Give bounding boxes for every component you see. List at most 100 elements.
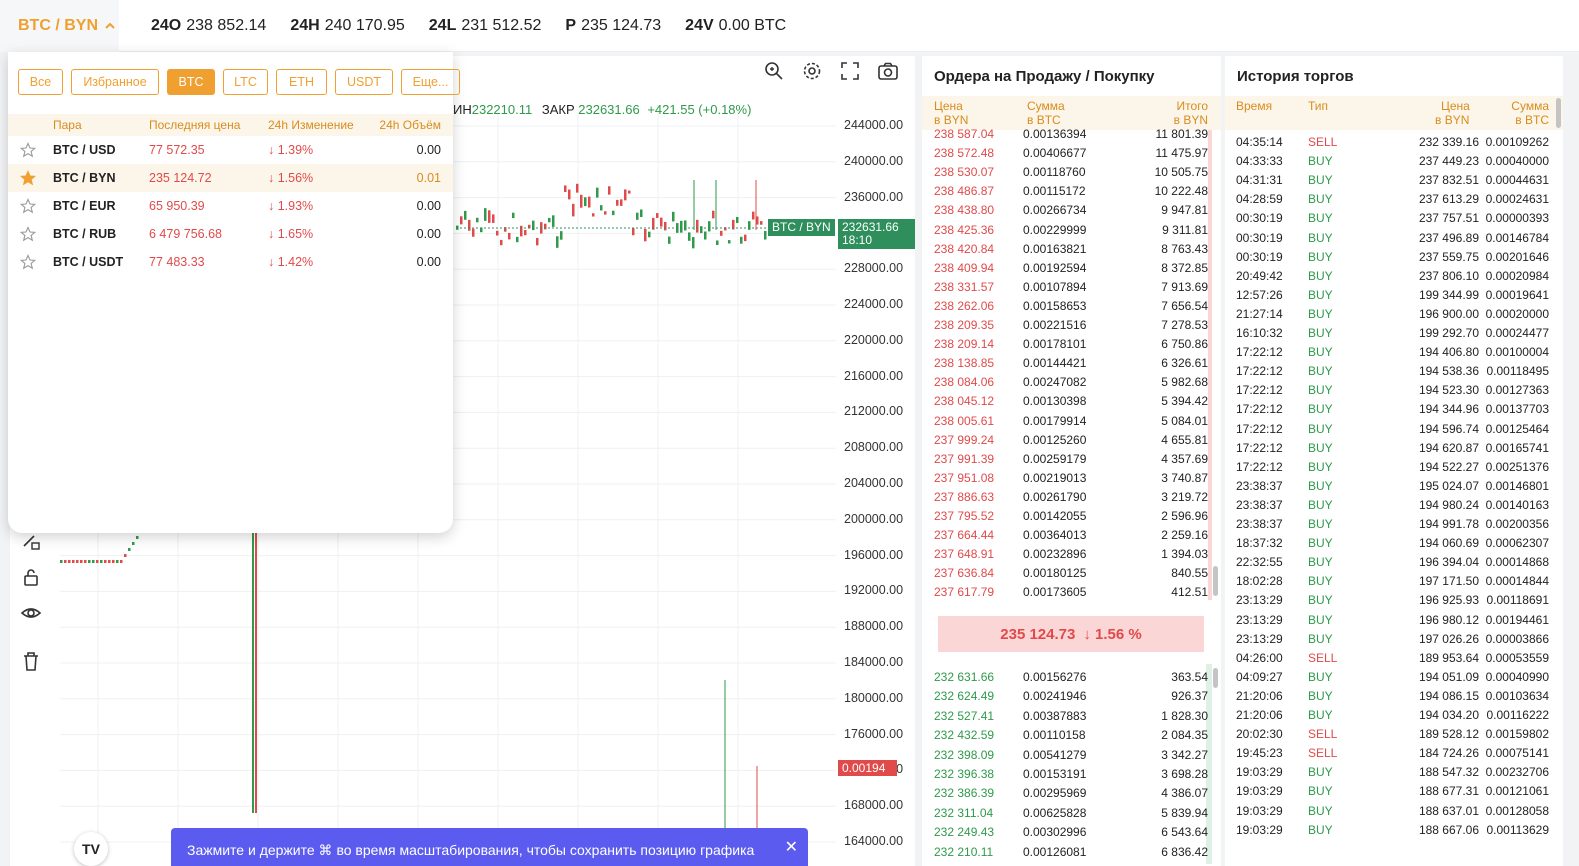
tradingview-logo[interactable]: TV: [74, 832, 108, 866]
trade-row[interactable]: 23:13:29 BUY 197 026.26 0.00003866: [1225, 630, 1555, 649]
pair-row[interactable]: BTC / EUR 65 950.39 ↓ 1.93% 0.00: [8, 192, 453, 220]
sell-scrollbar[interactable]: [1213, 566, 1218, 596]
gear-icon[interactable]: [801, 60, 823, 82]
zoom-icon[interactable]: [763, 60, 785, 82]
trade-row[interactable]: 23:13:29 BUY 196 925.93 0.00118691: [1225, 591, 1555, 610]
trade-row[interactable]: 16:10:32 BUY 199 292.70 0.00024477: [1225, 324, 1555, 343]
trade-row[interactable]: 04:09:27 BUY 194 051.09 0.00040990: [1225, 668, 1555, 687]
trade-row[interactable]: 00:30:19 BUY 237 757.51 0.00000393: [1225, 209, 1555, 228]
trade-row[interactable]: 23:38:37 BUY 194 980.24 0.00140163: [1225, 496, 1555, 515]
trade-row[interactable]: 00:30:19 BUY 237 496.89 0.00146784: [1225, 229, 1555, 248]
buy-order-row[interactable]: 232 398.09 0.00541279 3 342.27: [922, 746, 1212, 765]
sell-order-row[interactable]: 238 438.80 0.00266734 9 947.81: [922, 201, 1212, 220]
trade-row[interactable]: 17:22:12 BUY 194 344.96 0.00137703: [1225, 400, 1555, 419]
tab-usdt[interactable]: USDT: [335, 69, 393, 95]
sell-order-row[interactable]: 238 530.07 0.00118760 10 505.75: [922, 163, 1212, 182]
trade-row[interactable]: 21:20:06 BUY 194 086.15 0.00103634: [1225, 687, 1555, 706]
tab-more[interactable]: Еще...: [401, 69, 460, 95]
star-icon[interactable]: [20, 226, 36, 242]
sell-order-row[interactable]: 238 262.06 0.00158653 7 656.54: [922, 297, 1212, 316]
trade-row[interactable]: 17:22:12 BUY 194 620.87 0.00165741: [1225, 439, 1555, 458]
sell-order-row[interactable]: 238 572.48 0.00406677 11 475.97: [922, 144, 1212, 163]
buy-order-row[interactable]: 232 249.43 0.00302996 6 543.64: [922, 823, 1212, 842]
buy-order-row[interactable]: 232 527.41 0.00387883 1 828.30: [922, 707, 1212, 726]
trade-row[interactable]: 19:03:29 BUY 188 547.32 0.00232706: [1225, 763, 1555, 782]
trade-row[interactable]: 22:32:55 BUY 196 394.04 0.00014868: [1225, 553, 1555, 572]
trash-icon[interactable]: [20, 650, 42, 672]
tab-favorites[interactable]: Избранное: [71, 69, 159, 95]
trade-row[interactable]: 17:22:12 BUY 194 596.74 0.00125464: [1225, 420, 1555, 439]
pair-selector-button[interactable]: BTC / BYN: [0, 0, 119, 52]
sell-order-row[interactable]: 237 999.24 0.00125260 4 655.81: [922, 431, 1212, 450]
sell-order-row[interactable]: 238 005.61 0.00179914 5 084.01: [922, 412, 1212, 431]
trade-row[interactable]: 04:33:33 BUY 237 449.23 0.00040000: [1225, 152, 1555, 171]
sell-order-row[interactable]: 238 331.57 0.00107894 7 913.69: [922, 278, 1212, 297]
trade-row[interactable]: 23:38:37 BUY 194 991.78 0.00200356: [1225, 515, 1555, 534]
buy-order-row[interactable]: 232 311.04 0.00625828 5 839.94: [922, 804, 1212, 823]
eye-icon[interactable]: [20, 602, 42, 624]
sell-order-row[interactable]: 238 409.94 0.00192594 8 372.85: [922, 259, 1212, 278]
trade-row[interactable]: 12:57:26 BUY 199 344.99 0.00019641: [1225, 286, 1555, 305]
tab-btc[interactable]: BTC: [167, 69, 215, 95]
tab-ltc[interactable]: LTC: [223, 69, 268, 95]
lock-icon[interactable]: [20, 566, 42, 588]
trade-row[interactable]: 00:30:19 BUY 237 559.75 0.00201646: [1225, 248, 1555, 267]
sell-order-row[interactable]: 238 587.04 0.00136394 11 801.39: [922, 125, 1212, 144]
trade-row[interactable]: 04:28:59 BUY 237 613.29 0.00024631: [1225, 190, 1555, 209]
trade-row[interactable]: 04:31:31 BUY 237 832.51 0.00044631: [1225, 171, 1555, 190]
fullscreen-icon[interactable]: [839, 60, 861, 82]
star-icon[interactable]: [20, 198, 36, 214]
sell-order-row[interactable]: 237 617.79 0.00173605 412.51: [922, 583, 1212, 602]
buy-order-row[interactable]: 232 631.66 0.00156276 363.54: [922, 668, 1212, 687]
buy-order-row[interactable]: 232 396.38 0.00153191 3 698.28: [922, 765, 1212, 784]
sell-order-row[interactable]: 237 664.44 0.00364013 2 259.16: [922, 526, 1212, 545]
trade-row[interactable]: 17:22:12 BUY 194 522.27 0.00251376: [1225, 458, 1555, 477]
history-scrollbar[interactable]: [1556, 98, 1561, 128]
sell-order-row[interactable]: 238 209.35 0.00221516 7 278.53: [922, 316, 1212, 335]
sell-order-row[interactable]: 237 886.63 0.00261790 3 219.72: [922, 488, 1212, 507]
star-icon[interactable]: [20, 254, 36, 270]
sell-order-row[interactable]: 238 209.14 0.00178101 6 750.86: [922, 335, 1212, 354]
sell-order-row[interactable]: 237 951.08 0.00219013 3 740.87: [922, 469, 1212, 488]
trade-row[interactable]: 17:22:12 BUY 194 523.30 0.00127363: [1225, 381, 1555, 400]
sell-order-row[interactable]: 238 420.84 0.00163821 8 763.43: [922, 240, 1212, 259]
tab-eth[interactable]: ETH: [276, 69, 327, 95]
star-icon[interactable]: [20, 170, 36, 186]
pair-row[interactable]: BTC / USDT 77 483.33 ↓ 1.42% 0.00: [8, 248, 453, 276]
trade-row[interactable]: 20:02:30 SELL 189 528.12 0.00159802: [1225, 725, 1555, 744]
sell-order-row[interactable]: 238 084.06 0.00247082 5 982.68: [922, 373, 1212, 392]
trade-row[interactable]: 17:22:12 BUY 194 538.36 0.00118495: [1225, 362, 1555, 381]
trade-row[interactable]: 18:02:28 BUY 197 171.50 0.00014844: [1225, 572, 1555, 591]
trade-row[interactable]: 19:03:29 BUY 188 637.01 0.00128058: [1225, 802, 1555, 821]
tab-all[interactable]: Все: [18, 69, 63, 95]
trade-row[interactable]: 04:35:14 SELL 232 339.16 0.00109262: [1225, 133, 1555, 152]
trade-row[interactable]: 19:03:29 BUY 188 667.06 0.00113629: [1225, 821, 1555, 840]
sell-order-row[interactable]: 238 045.12 0.00130398 5 394.42: [922, 392, 1212, 411]
buy-order-row[interactable]: 232 210.11 0.00126081 6 836.42: [922, 843, 1212, 862]
sell-order-row[interactable]: 238 138.85 0.00144421 6 326.61: [922, 354, 1212, 373]
trade-row[interactable]: 04:26:00 SELL 189 953.64 0.00053559: [1225, 649, 1555, 668]
camera-icon[interactable]: [877, 60, 899, 82]
sell-order-row[interactable]: 237 636.84 0.00180125 840.55: [922, 564, 1212, 583]
trade-row[interactable]: 19:03:29 BUY 188 677.31 0.00121061: [1225, 782, 1555, 801]
trade-row[interactable]: 20:49:42 BUY 237 806.10 0.00020984: [1225, 267, 1555, 286]
trade-row[interactable]: 21:27:14 BUY 196 900.00 0.00020000: [1225, 305, 1555, 324]
close-icon[interactable]: ✕: [785, 837, 798, 857]
buy-order-row[interactable]: 232 386.39 0.00295969 4 386.07: [922, 784, 1212, 803]
sell-order-row[interactable]: 238 486.87 0.00115172 10 222.48: [922, 182, 1212, 201]
trade-row[interactable]: 21:20:06 BUY 194 034.20 0.00116222: [1225, 706, 1555, 725]
pair-row[interactable]: BTC / USD 77 572.35 ↓ 1.39% 0.00: [8, 136, 453, 164]
trade-row[interactable]: 18:37:32 BUY 194 060.69 0.00062307: [1225, 534, 1555, 553]
trade-row[interactable]: 17:22:12 BUY 194 406.80 0.00100004: [1225, 343, 1555, 362]
buy-order-row[interactable]: 232 624.49 0.00241946 926.37: [922, 687, 1212, 706]
buy-scrollbar[interactable]: [1213, 668, 1218, 688]
sell-order-row[interactable]: 237 648.91 0.00232896 1 394.03: [922, 545, 1212, 564]
trade-row[interactable]: 23:38:37 BUY 195 024.07 0.00146801: [1225, 477, 1555, 496]
sell-order-row[interactable]: 237 991.39 0.00259179 4 357.69: [922, 450, 1212, 469]
star-icon[interactable]: [20, 142, 36, 158]
pair-row[interactable]: BTC / BYN 235 124.72 ↓ 1.56% 0.01: [8, 164, 453, 192]
trade-row[interactable]: 19:45:23 SELL 184 724.26 0.00075141: [1225, 744, 1555, 763]
sell-order-row[interactable]: 238 425.36 0.00229999 9 311.81: [922, 221, 1212, 240]
buy-order-row[interactable]: 232 432.59 0.00110158 2 084.35: [922, 726, 1212, 745]
trade-row[interactable]: 23:13:29 BUY 196 980.12 0.00194461: [1225, 611, 1555, 630]
